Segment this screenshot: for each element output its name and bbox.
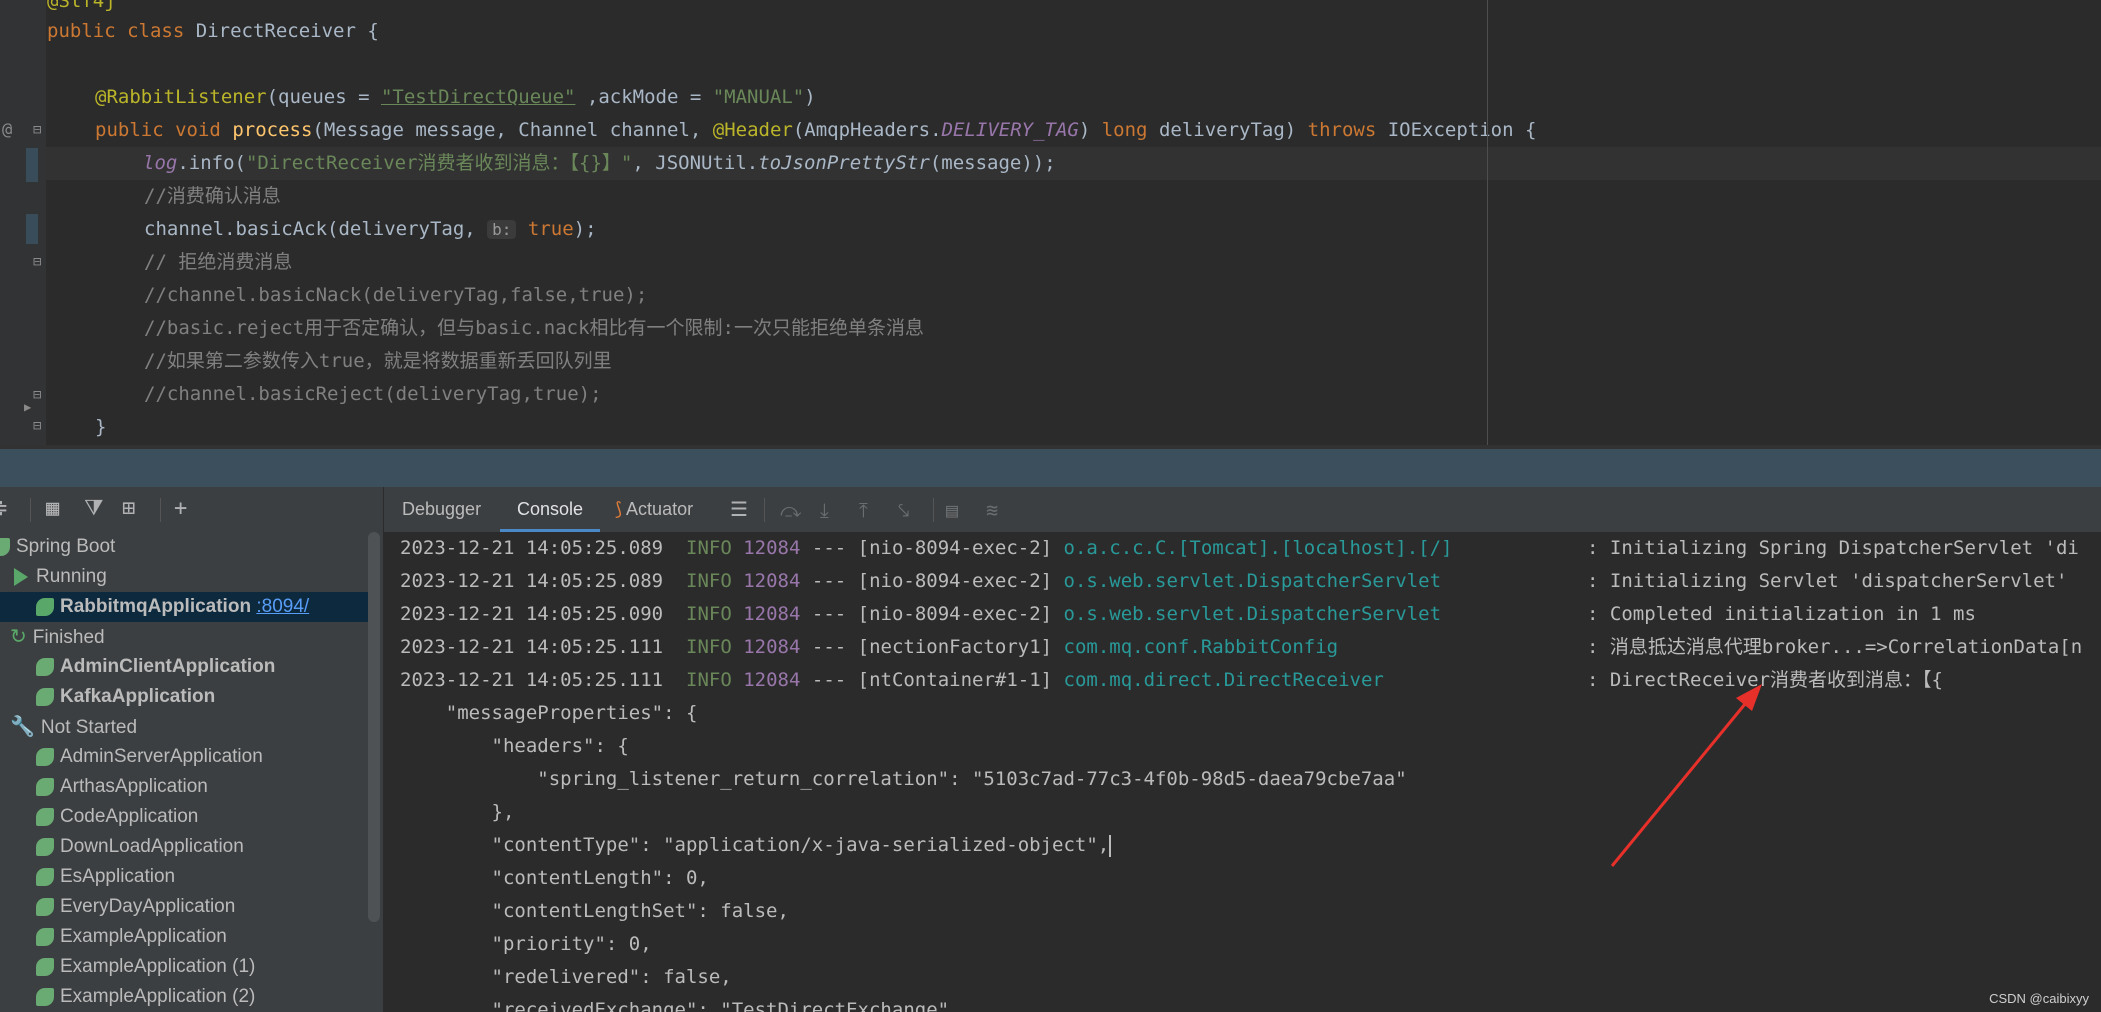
annotation-arrow <box>1610 684 1762 867</box>
watermark: CSDN @caibixyy <box>1989 991 2089 1006</box>
arrow-head <box>1736 684 1762 711</box>
arrow-shaft <box>1610 703 1747 867</box>
